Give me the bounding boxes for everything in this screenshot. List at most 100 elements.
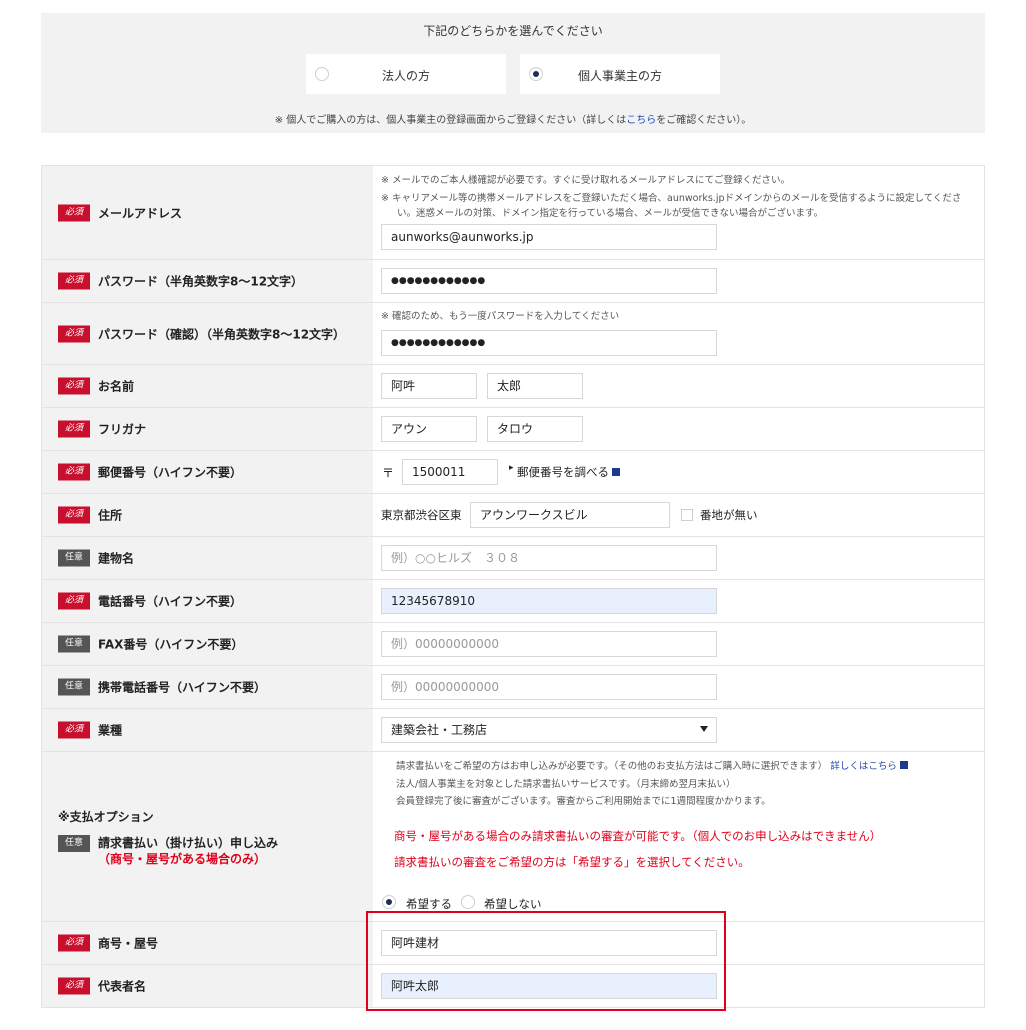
representative-input[interactable]: 阿吽太郎 [381, 973, 717, 999]
first-name-input[interactable]: 太郎 [487, 373, 583, 399]
th-postal: 必須 郵便番号（ハイフン不要） [58, 463, 242, 481]
email-note-2: ※ キャリアメール等の携帯メールアドレスをご登録いただく場合、aunworks.… [381, 193, 962, 204]
row-fax-header: 任意 FAX番号（ハイフン不要） [42, 623, 373, 665]
mobile-label: 携帯電話番号（ハイフン不要） [98, 680, 267, 695]
row-furigana: 必須 フリガナ アウン タロウ [41, 408, 985, 451]
industry-label: 業種 [98, 723, 123, 738]
row-furigana-header: 必須 フリガナ [42, 408, 373, 450]
th-trade-name: 必須 商号・屋号 [58, 934, 158, 952]
row-fax: 任意 FAX番号（ハイフン不要） 例）00000000000 [41, 623, 985, 666]
no-number-label: 番地が無い [700, 508, 758, 522]
row-email-header: 必須 メールアドレス [42, 166, 373, 259]
password-confirm-label: パスワード（確認）（半角英数字8～12文字） [98, 327, 346, 341]
customer-type-prompt: 下記のどちらかを選んでください [423, 24, 603, 38]
address-input[interactable]: アウンワークスビル [470, 502, 670, 528]
payment-label-block: 請求書払い（掛け払い）申し込み （商号・屋号がある場合のみ） [98, 835, 278, 867]
row-fax-body: 例）00000000000 [374, 623, 984, 665]
last-name-input[interactable]: 阿吽 [381, 373, 477, 399]
row-building: 任意 建物名 例）○○ヒルズ ３０８ [41, 537, 985, 580]
building-label: 建物名 [98, 551, 135, 566]
optional-badge: 任意 [58, 549, 90, 567]
th-furigana: 必須 フリガナ [58, 420, 147, 438]
row-phone-header: 必須 電話番号（ハイフン不要） [42, 580, 373, 622]
last-name-kana-input[interactable]: アウン [381, 416, 477, 442]
th-password-confirm: 必須 パスワード（確認）（半角英数字8～12文字） [58, 325, 345, 342]
row-mobile-body: 例）00000000000 [374, 666, 984, 708]
required-badge: 必須 [58, 272, 90, 290]
payment-header: ※支払オプション 任意 請求書払い（掛け払い）申し込み （商号・屋号がある場合の… [58, 808, 278, 867]
first-name-kana-input[interactable]: タロウ [487, 416, 583, 442]
row-postal-body: 〒 1500011 ▸ 郵便番号を調べる [374, 451, 984, 493]
fax-label: FAX番号（ハイフン不要） [98, 637, 244, 652]
email-input[interactable]: aunworks@aunworks.jp [381, 224, 717, 250]
row-name-body: 阿吽 太郎 [374, 365, 984, 407]
password-confirm-input[interactable]: ●●●●●●●●●●●● [381, 330, 717, 356]
payment-sublabel: （商号・屋号がある場合のみ） [98, 852, 267, 866]
address-prefix: 東京都渋谷区東 [381, 508, 462, 522]
row-trade-name-body: 阿吽建材 [374, 922, 984, 964]
postal-input[interactable]: 1500011 [402, 459, 498, 485]
row-address: 必須 住所 東京都渋谷区東 アウンワークスビル 番地が無い [41, 494, 985, 537]
row-postal: 必須 郵便番号（ハイフン不要） 〒 1500011 ▸ 郵便番号を調べる [41, 451, 985, 494]
row-building-header: 任意 建物名 [42, 537, 373, 579]
th-fax: 任意 FAX番号（ハイフン不要） [58, 635, 244, 653]
password-label: パスワード（半角英数字8～12文字） [98, 274, 304, 289]
optional-badge: 任意 [58, 678, 90, 696]
radio-payment-no[interactable] [461, 895, 475, 909]
row-payment-option: ※支払オプション 任意 請求書払い（掛け払い）申し込み （商号・屋号がある場合の… [41, 752, 985, 922]
email-note-3: い。迷惑メールの対策、ドメイン指定を行っている場合、メールが受信できない場合がご… [397, 208, 824, 219]
trade-name-input[interactable]: 阿吽建材 [381, 930, 717, 956]
option-corporation[interactable]: 法人の方 [306, 54, 506, 94]
required-badge: 必須 [58, 420, 90, 438]
row-name-header: 必須 お名前 [42, 365, 373, 407]
fax-input[interactable]: 例）00000000000 [381, 631, 717, 657]
row-phone: 必須 電話番号（ハイフン不要） 12345678910 [41, 580, 985, 623]
th-password: 必須 パスワード（半角英数字8～12文字） [58, 272, 304, 290]
building-input[interactable]: 例）○○ヒルズ ３０８ [381, 545, 717, 571]
row-industry: 必須 業種 建築会社・工務店 [41, 709, 985, 752]
row-postal-header: 必須 郵便番号（ハイフン不要） [42, 451, 373, 493]
representative-label: 代表者名 [98, 979, 147, 994]
row-representative-header: 必須 代表者名 [42, 965, 373, 1007]
details-link[interactable]: こちら [626, 115, 656, 126]
payment-info-1: 請求書払いをご希望の方はお申し込みが必要です。（その他のお支払方法はご購入時に選… [396, 759, 908, 774]
furigana-label: フリガナ [98, 422, 147, 437]
payment-warning-1: 商号・屋号がある場合のみ請求書払いの審査が可能です。（個人でのお申し込みはできま… [394, 829, 882, 843]
row-password-confirm-header: 必須 パスワード（確認）（半角英数字8～12文字） [42, 303, 373, 364]
th-email: 必須 メールアドレス [58, 204, 182, 221]
password-input[interactable]: ●●●●●●●●●●●● [381, 268, 717, 294]
postal-lookup-link[interactable]: 郵便番号を調べる [517, 464, 620, 480]
payment-info-2: 法人/個人事業主を対象とした請求書払いサービスです。（月末締め翌月末払い） [396, 779, 736, 790]
payment-label: 請求書払い（掛け払い）申し込み [98, 836, 279, 850]
row-representative-body: 阿吽太郎 [374, 965, 984, 1007]
required-badge: 必須 [58, 721, 90, 739]
row-mobile-header: 任意 携帯電話番号（ハイフン不要） [42, 666, 373, 708]
email-note-1: ※ メールでのご本人様確認が必要です。すぐに受け取れるメールアドレスにてご登録く… [381, 175, 791, 186]
mobile-input[interactable]: 例）00000000000 [381, 674, 717, 700]
payment-details-link[interactable]: 詳しくはこちら [830, 761, 897, 772]
row-email-body: ※ メールでのご本人様確認が必要です。すぐに受け取れるメールアドレスにてご登録く… [374, 166, 984, 259]
note-suffix: をご確認ください）。 [656, 115, 752, 126]
th-phone: 必須 電話番号（ハイフン不要） [58, 592, 242, 610]
phone-input[interactable]: 12345678910 [381, 588, 717, 614]
required-badge: 必須 [58, 934, 90, 952]
optional-badge: 任意 [58, 835, 90, 852]
th-building: 任意 建物名 [58, 549, 135, 567]
name-label: お名前 [98, 379, 135, 394]
required-badge: 必須 [58, 977, 90, 995]
payment-section-title: ※支払オプション [58, 810, 154, 824]
industry-selected-value: 建築会社・工務店 [391, 723, 488, 737]
row-password-confirm-body: ※ 確認のため、もう一度パスワードを入力してください ●●●●●●●●●●●● [374, 303, 984, 364]
th-representative: 必須 代表者名 [58, 977, 147, 995]
row-password-confirm: 必須 パスワード（確認）（半角英数字8～12文字） ※ 確認のため、もう一度パス… [41, 303, 985, 365]
required-badge: 必須 [58, 463, 90, 481]
industry-select[interactable]: 建築会社・工務店 [381, 717, 717, 743]
no-number-checkbox[interactable] [681, 509, 693, 521]
required-badge: 必須 [58, 204, 90, 221]
external-link-icon [899, 761, 908, 769]
row-building-body: 例）○○ヒルズ ３０８ [374, 537, 984, 579]
option-sole-proprietor[interactable]: 個人事業主の方 [520, 54, 720, 94]
radio-payment-yes[interactable] [382, 895, 396, 909]
th-address: 必須 住所 [58, 506, 122, 524]
customer-type-panel: 下記のどちらかを選んでください 法人の方 個人事業主の方 ※ 個人でご購入の方は… [41, 13, 985, 133]
